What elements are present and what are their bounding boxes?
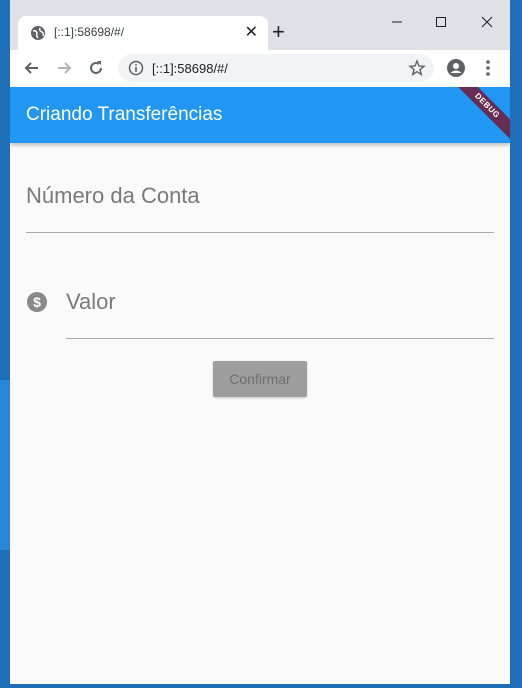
value-underline <box>66 338 494 339</box>
minimize-icon <box>392 21 402 23</box>
url-text: [::1]:58698/#/ <box>152 61 228 76</box>
account-number-underline <box>26 232 494 233</box>
tab-close-icon[interactable]: ✕ <box>245 23 258 43</box>
new-tab-button[interactable]: + <box>272 20 285 44</box>
desktop-background <box>0 380 10 550</box>
reload-icon[interactable] <box>86 58 106 78</box>
bookmark-star-icon[interactable] <box>408 59 426 77</box>
app-bar: Criando Transferências DEBUG <box>10 87 510 143</box>
monetization-icon: $ <box>27 292 47 312</box>
browser-tab[interactable]: [::1]:58698/#/ ✕ <box>18 16 268 50</box>
globe-icon <box>31 26 45 40</box>
tab-title: [::1]:58698/#/ <box>54 25 125 39</box>
address-bar[interactable]: [::1]:58698/#/ <box>118 54 434 82</box>
app-page: Criando Transferências DEBUG Número da C… <box>10 87 510 684</box>
window: [::1]:58698/#/ ✕ + [::1]:58698/#/ Criand… <box>0 0 522 688</box>
page-title: Criando Transferências <box>26 104 223 125</box>
menu-dots-icon[interactable] <box>482 58 494 78</box>
info-icon[interactable] <box>128 60 144 76</box>
forward-arrow-icon[interactable] <box>54 58 74 78</box>
profile-icon[interactable] <box>446 58 466 78</box>
debug-banner: DEBUG <box>450 87 510 143</box>
browser-chrome: [::1]:58698/#/ ✕ + [::1]:58698/#/ <box>10 0 510 87</box>
window-close-button[interactable] <box>472 10 502 34</box>
value-field[interactable]: Valor <box>66 289 116 315</box>
minimize-button[interactable] <box>382 10 412 34</box>
close-icon <box>481 16 493 28</box>
account-number-field[interactable]: Número da Conta <box>26 183 200 209</box>
maximize-icon <box>436 17 446 27</box>
back-arrow-icon[interactable] <box>22 58 42 78</box>
confirm-button[interactable]: Confirmar <box>213 361 307 397</box>
svg-text:$: $ <box>33 294 41 310</box>
browser-toolbar: [::1]:58698/#/ <box>10 50 510 87</box>
maximize-button[interactable] <box>426 10 456 34</box>
tab-strip: [::1]:58698/#/ ✕ + <box>10 0 510 50</box>
